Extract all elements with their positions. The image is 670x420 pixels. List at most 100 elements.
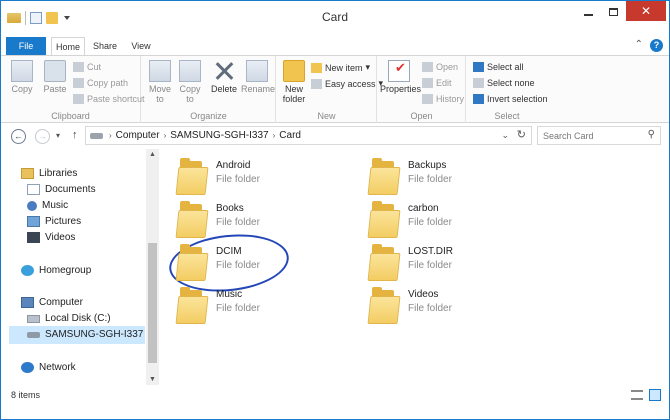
search-input[interactable]: Search Card ⚲: [537, 126, 661, 145]
copy-button[interactable]: Copy: [9, 60, 35, 94]
folder-icon: [283, 60, 305, 82]
cut-button[interactable]: Cut: [73, 62, 101, 72]
properties-button[interactable]: Properties: [380, 60, 421, 94]
new-group: New folder New item ▾ Easy access ▾ New: [277, 56, 383, 123]
collapse-ribbon-icon[interactable]: ⌃: [635, 39, 643, 50]
network-icon: [21, 362, 34, 373]
copy-to-button[interactable]: Copy to: [176, 60, 204, 104]
nav-item-homegroup[interactable]: Homegroup: [21, 265, 91, 276]
folder-item-books[interactable]: Books File folder: [163, 200, 343, 240]
nav-item-local-disk[interactable]: Local Disk (C:): [27, 313, 111, 324]
nav-item-documents[interactable]: Documents: [27, 184, 96, 195]
refresh-icon[interactable]: ↻: [517, 128, 526, 141]
breadcrumb-card[interactable]: Card: [279, 130, 301, 141]
nav-item-pictures[interactable]: Pictures: [27, 216, 81, 227]
scrollbar-thumb[interactable]: [148, 243, 157, 363]
nav-label: Pictures: [45, 216, 82, 227]
invert-selection-icon: [473, 94, 484, 104]
address-bar[interactable]: › Computer › SAMSUNG-SGH-I337 › Card ⌄ ↻: [85, 126, 532, 145]
history-button[interactable]: History: [422, 94, 464, 104]
delete-button[interactable]: Delete: [210, 60, 238, 94]
maximize-button[interactable]: [601, 1, 625, 23]
edit-label: Edit: [436, 78, 452, 88]
delete-icon: [213, 60, 235, 82]
recent-locations-icon[interactable]: ▾: [56, 131, 60, 140]
folder-name: Backups: [408, 160, 447, 171]
invert-selection-button[interactable]: Invert selection: [473, 94, 548, 104]
explorer-window: Card ✕ File Home Share View ⌃ ? Copy Pas…: [0, 0, 670, 420]
nav-item-videos[interactable]: Videos: [27, 232, 75, 243]
nav-scrollbar[interactable]: ▲ ▼: [146, 149, 159, 385]
open-icon: [422, 62, 433, 72]
help-icon[interactable]: ?: [650, 39, 663, 52]
nav-item-network[interactable]: Network: [21, 362, 76, 373]
nav-label: Network: [39, 362, 76, 373]
folder-type: File folder: [408, 303, 452, 314]
open-button[interactable]: Open: [422, 62, 458, 72]
nav-label: Local Disk (C:): [45, 313, 111, 324]
breadcrumb-computer[interactable]: Computer: [116, 130, 160, 141]
nav-label: Homegroup: [39, 265, 92, 276]
select-all-icon: [473, 62, 484, 72]
new-item-button[interactable]: New item ▾: [311, 62, 370, 73]
breadcrumb-device[interactable]: SAMSUNG-SGH-I337: [170, 130, 268, 141]
folder-item-videos[interactable]: Videos File folder: [355, 286, 535, 326]
nav-label: SAMSUNG-SGH-I337: [45, 329, 144, 340]
tab-home[interactable]: Home: [51, 37, 85, 56]
videos-icon: [27, 232, 40, 243]
folder-item-android[interactable]: Android File folder: [163, 157, 343, 197]
close-button[interactable]: ✕: [626, 1, 666, 21]
copy-to-icon: [179, 60, 201, 82]
tab-view[interactable]: View: [125, 37, 157, 55]
paste-button[interactable]: Paste: [41, 60, 69, 94]
select-none-button[interactable]: Select none: [473, 78, 535, 88]
copy-to-label: Copy to: [179, 84, 201, 104]
back-button[interactable]: ←: [11, 129, 26, 144]
folder-name: Books: [216, 203, 244, 214]
open-label: Open: [436, 62, 459, 72]
folder-item-lost-dir[interactable]: LOST.DIR File folder: [355, 243, 535, 283]
address-dropdown-icon[interactable]: ⌄: [501, 130, 509, 141]
tab-file[interactable]: File: [6, 37, 46, 55]
search-icon[interactable]: ⚲: [648, 129, 655, 140]
copy-path-button[interactable]: Copy path: [73, 78, 128, 88]
edit-button[interactable]: Edit: [422, 78, 452, 88]
folder-type: File folder: [216, 174, 260, 185]
move-to-button[interactable]: Move to: [146, 60, 174, 104]
folder-icon: [175, 201, 209, 238]
move-to-icon: [149, 60, 171, 82]
copy-icon: [11, 60, 33, 82]
folder-item-dcim[interactable]: DCIM File folder: [163, 228, 343, 298]
folder-name: Android: [216, 160, 251, 171]
paste-shortcut-button[interactable]: Paste shortcut: [73, 94, 145, 104]
up-button[interactable]: ↑: [72, 129, 78, 141]
tab-share[interactable]: Share: [89, 37, 121, 55]
folder-type: File folder: [216, 217, 260, 228]
folder-item-carbon[interactable]: carbon File folder: [355, 200, 535, 240]
folder-item-backups[interactable]: Backups File folder: [355, 157, 535, 197]
folder-item-music[interactable]: Music File folder: [163, 286, 343, 326]
forward-button[interactable]: →: [35, 129, 50, 144]
chevron-right-icon: ›: [163, 131, 167, 140]
new-folder-button[interactable]: New folder: [279, 60, 309, 104]
select-group-label: Select: [494, 111, 520, 121]
easy-access-button[interactable]: Easy access ▾: [311, 78, 383, 89]
select-all-button[interactable]: Select all: [473, 62, 524, 72]
copy-label: Copy: [11, 84, 33, 94]
nav-item-device[interactable]: SAMSUNG-SGH-I337: [27, 329, 143, 340]
rename-button[interactable]: Rename: [241, 60, 275, 94]
nav-item-music[interactable]: Music: [27, 200, 68, 211]
folder-name: LOST.DIR: [408, 246, 454, 257]
minimize-button[interactable]: [575, 1, 601, 23]
scissors-icon: [73, 62, 84, 72]
address-row: ← → ▾ ↑ › Computer › SAMSUNG-SGH-I337 › …: [1, 125, 669, 147]
nav-item-computer[interactable]: Computer: [21, 297, 83, 308]
nav-item-libraries[interactable]: Libraries: [21, 168, 77, 179]
scroll-down-icon[interactable]: ▼: [149, 376, 156, 383]
invert-selection-label: Invert selection: [487, 94, 548, 104]
details-view-icon[interactable]: [631, 390, 643, 400]
large-icons-view-icon[interactable]: [649, 389, 661, 401]
move-to-label: Move to: [148, 84, 171, 104]
maximize-icon: [608, 8, 618, 16]
scroll-up-icon[interactable]: ▲: [149, 151, 156, 158]
